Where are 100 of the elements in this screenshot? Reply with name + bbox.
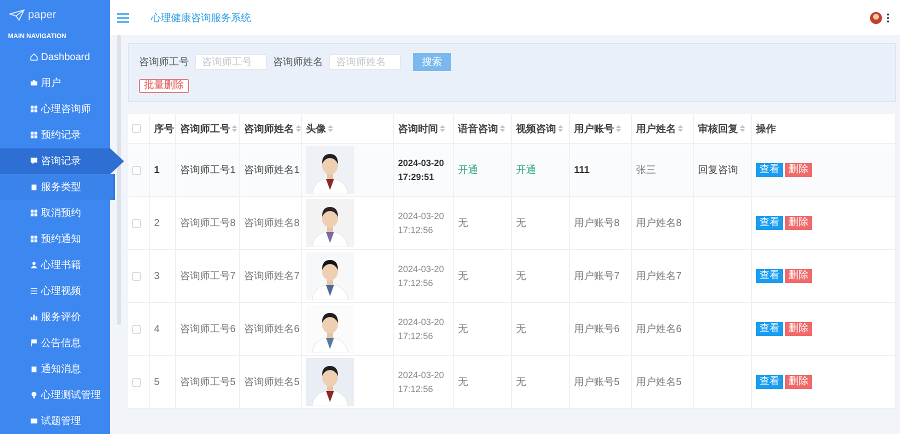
table-cell-text: 用户账号8	[574, 216, 620, 230]
app-title: 心理健康咨询服务系统	[151, 12, 252, 24]
column-header[interactable]: 语音咨询	[458, 122, 505, 136]
lines-icon	[30, 287, 38, 296]
column-header[interactable]: 咨询师工号	[180, 122, 237, 136]
checkbox[interactable]	[132, 124, 141, 133]
table-cell-text: 无	[458, 376, 468, 389]
search-field[interactable]: 咨询师姓名	[329, 54, 401, 70]
checkbox[interactable]	[132, 324, 141, 334]
column-header[interactable]: 咨询师姓名	[244, 122, 301, 136]
table-cell-text: 咨询师工号6	[180, 323, 236, 336]
sidebar-item[interactable]: Dashboard	[0, 44, 110, 70]
sidebar-item[interactable]: 咨询记录	[0, 148, 124, 174]
home-icon	[30, 53, 38, 62]
table-cell-text: 开通	[458, 164, 478, 177]
table-cell-text: 用户账号7	[574, 270, 620, 283]
table-cell-text: 无	[516, 270, 526, 283]
sort-icon[interactable]	[232, 125, 237, 132]
sidebar-item[interactable]: 心理测试管理	[0, 382, 110, 408]
user-icon	[30, 261, 38, 270]
table-cell: 1	[154, 164, 160, 176]
sort-icon[interactable]	[678, 125, 683, 132]
sidebar-item[interactable]: 心理咨询师	[0, 96, 110, 122]
chat-icon	[30, 157, 38, 166]
sort-icon[interactable]	[328, 125, 333, 132]
bulb-icon	[30, 390, 38, 399]
delete-button[interactable]: 删除	[785, 269, 812, 283]
batch-delete-button[interactable]: 批量删除	[139, 79, 189, 93]
table-cell-text: 咨询师姓名7	[244, 270, 300, 283]
view-button[interactable]: 查看	[756, 322, 783, 336]
column-header[interactable]: 用户账号	[574, 122, 621, 136]
view-button[interactable]: 查看	[756, 375, 783, 389]
table-cell-text: 咨询师工号8	[180, 217, 236, 230]
view-button[interactable]: 查看	[756, 163, 783, 177]
table-cell-text: 2024-03-20 17:12:56	[398, 262, 446, 290]
table-cell-text: 张三	[636, 164, 656, 177]
sort-icon[interactable]	[440, 125, 445, 132]
table-cell-text: 2024-03-20 17:12:56	[398, 210, 446, 237]
search-field[interactable]: 咨询师工号	[195, 54, 267, 70]
app-logo: paper	[28, 8, 56, 21]
view-button[interactable]: 查看	[756, 269, 783, 283]
clipboard-icon	[30, 183, 38, 192]
sidebar-item[interactable]: 取消预约	[0, 200, 110, 226]
table-cell-text: 用户账号6	[574, 322, 620, 336]
table-cell: 111	[574, 164, 590, 176]
sidebar-item[interactable]: 服务类型	[0, 174, 115, 200]
sidebar-item[interactable]: 用户	[0, 70, 110, 96]
table-cell-text: 2024-03-20 17:12:56	[398, 316, 446, 343]
column-header[interactable]: 视频咨询	[516, 122, 563, 136]
table-cell-text: 咨询师姓名1	[244, 164, 300, 177]
delete-button[interactable]: 删除	[785, 322, 812, 336]
sidebar-item[interactable]: 试题管理	[0, 408, 110, 434]
checkbox[interactable]	[132, 272, 141, 280]
table-cell-text: 无	[516, 323, 526, 336]
sort-icon[interactable]	[616, 125, 621, 132]
table-cell-text: 回复咨询	[698, 164, 738, 177]
checkbox[interactable]	[132, 378, 141, 386]
table-cell: 5	[154, 376, 160, 388]
search-button[interactable]: 搜索	[413, 53, 451, 71]
sidebar-item[interactable]: 心理书籍	[0, 252, 110, 278]
column-header: 序号	[154, 122, 174, 136]
sort-icon[interactable]	[740, 125, 745, 132]
column-header[interactable]: 头像	[306, 122, 333, 136]
sort-icon[interactable]	[558, 125, 563, 132]
sidebar-item[interactable]: 通知消息	[0, 356, 110, 382]
delete-button[interactable]: 删除	[785, 375, 812, 389]
sidebar-item[interactable]: 预约通知	[0, 226, 110, 252]
grid-icon	[30, 131, 38, 140]
sort-icon[interactable]	[500, 125, 505, 132]
sidebar-item[interactable]: 预约记录	[0, 122, 110, 148]
sidebar-item[interactable]: 公告信息	[0, 330, 110, 356]
paper-plane-icon	[9, 8, 25, 21]
delete-button[interactable]: 删除	[785, 163, 812, 177]
table-cell-text: 用户账号5	[574, 376, 620, 389]
avatar[interactable]	[870, 12, 882, 24]
table-cell-text: 无	[516, 376, 526, 389]
more-icon[interactable]	[886, 12, 890, 22]
table-cell-text: 用户姓名6	[636, 322, 682, 336]
table-cell-text: 咨询师工号1	[180, 164, 236, 177]
table-cell-text: 无	[458, 323, 468, 336]
checkbox[interactable]	[132, 218, 141, 228]
checkbox[interactable]	[132, 166, 141, 174]
table-cell-text: 咨询师姓名8	[244, 217, 300, 230]
column-header[interactable]: 咨询时间	[398, 122, 445, 136]
view-button[interactable]: 查看	[756, 216, 783, 230]
briefcase-icon	[30, 79, 38, 88]
table-cell-text: 用户姓名7	[636, 270, 682, 283]
menu-icon[interactable]	[117, 12, 129, 22]
sidebar-item[interactable]: 心理视频	[0, 278, 110, 304]
table-cell-text: 2024-03-20 17:12:56	[398, 368, 446, 396]
sidebar-item[interactable]: 服务评价	[0, 304, 110, 330]
table-cell-text: 咨询师姓名5	[244, 376, 300, 389]
table-cell-text: 用户姓名5	[636, 376, 682, 389]
column-header[interactable]: 用户姓名	[636, 122, 683, 136]
table-cell-text: 用户姓名8	[636, 216, 682, 230]
delete-button[interactable]: 删除	[785, 216, 812, 230]
table-cell: 3	[154, 270, 160, 282]
table-cell-text: 无	[516, 217, 526, 230]
field-label: 咨询师姓名	[273, 56, 323, 69]
column-header[interactable]: 审核回复	[698, 122, 745, 136]
